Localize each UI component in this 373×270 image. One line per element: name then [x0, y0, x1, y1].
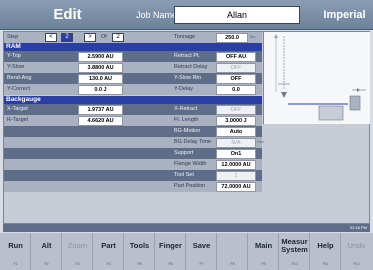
job-name-label: Job Name: [136, 10, 178, 20]
key-number: F1: [13, 262, 18, 266]
key-number: F12: [353, 262, 360, 266]
f2-alt-button[interactable]: Alt F2: [31, 233, 62, 270]
key-number: F10: [291, 262, 298, 266]
key-label: Part: [101, 241, 116, 250]
key-label: Measur System: [281, 237, 308, 254]
die-block: [318, 105, 344, 121]
f4-part-button[interactable]: Part F4: [93, 233, 124, 270]
bg-delay-time-unit: Sec: [257, 139, 264, 144]
r-target-field[interactable]: 4.6620 AU: [78, 116, 123, 126]
key-number: F3: [75, 262, 80, 266]
y-slow-field[interactable]: 3.8800 AU: [78, 63, 123, 73]
f8-button: F8: [217, 233, 248, 270]
key-label: Save: [192, 241, 211, 250]
tonnage-unit: Ton: [249, 34, 256, 39]
f11-help-button[interactable]: Help F11: [310, 233, 341, 270]
bg-delay-time-label: BG Delay Time: [174, 139, 211, 145]
key-number: F6: [168, 262, 173, 266]
key-number: F11: [322, 262, 329, 266]
f9-main-button[interactable]: Main F9: [248, 233, 279, 270]
retract-point-field[interactable]: OFF AU: [216, 52, 256, 62]
flange-width-field[interactable]: 12.0000 AU: [216, 160, 256, 170]
f12-undo-button: Undo F12: [341, 233, 373, 270]
tool-set-label: Tool Set: [174, 172, 194, 178]
y-slow-return-field[interactable]: OFF: [216, 74, 256, 84]
key-label: Help: [317, 241, 334, 250]
step-label: Step: [7, 34, 19, 40]
ram-section-header: RAM: [4, 43, 262, 51]
prev-step-button[interactable]: <: [45, 33, 57, 42]
r-target-label: R-Target: [7, 117, 29, 123]
press-brake-diagram: [274, 34, 366, 121]
units-indicator: Imperial: [323, 9, 366, 21]
bg-motion-field[interactable]: Auto: [216, 127, 256, 137]
tonnage-label: Tonnage: [174, 34, 196, 40]
x-target-label: X-Target: [7, 106, 28, 112]
f5-tools-button[interactable]: Tools F5: [124, 233, 155, 270]
y-correct-field[interactable]: 0.0 J: [78, 85, 123, 95]
y-slow-label: Y-Slow: [7, 64, 24, 70]
f3-zoom-button: Zoom F3: [62, 233, 93, 270]
backgauge-arrow: [357, 88, 360, 92]
key-number: F4: [106, 262, 111, 266]
next-step-button[interactable]: >: [84, 33, 96, 42]
retract-point-label: Retract Pt.: [174, 53, 200, 59]
of-label: Of: [101, 34, 107, 40]
bg-motion-label: BG-Motion: [174, 128, 201, 134]
support-label: Support: [174, 150, 194, 156]
clock: 02:18 PM: [349, 225, 367, 230]
screen-title: Edit: [53, 6, 82, 23]
y-slow-return-label: Y-Slow Rtn: [174, 75, 202, 81]
key-label: Zoom: [67, 241, 88, 250]
y-axis-arrow: [274, 34, 278, 38]
f1-run-button[interactable]: Run F1: [0, 233, 31, 270]
bend-diagram: [263, 32, 370, 124]
y-top-label: Y-Top: [7, 53, 21, 59]
x-retract-field: OFF: [216, 105, 256, 115]
key-number: F5: [137, 262, 142, 266]
backgauge-finger: [349, 95, 361, 111]
part-position-label: Part Position: [174, 183, 206, 189]
edit-panel: Step < 2 > Of 2 Tonnage 250.0 Ton RAM Y-…: [3, 31, 370, 224]
f7-save-button[interactable]: Save F7: [186, 233, 217, 270]
x-retract-label: X-Retract: [174, 106, 198, 112]
backgauge-section-header: Backgauge: [4, 96, 262, 104]
key-label: Alt: [41, 241, 52, 250]
y-delay-label: Y-Delay: [174, 86, 194, 92]
current-step-field[interactable]: 2: [61, 33, 73, 42]
tonnage-field[interactable]: 250.0: [216, 33, 248, 43]
key-label: Undo: [347, 241, 366, 250]
y-delay-field[interactable]: 0.0: [216, 85, 256, 95]
key-label: Finger: [159, 241, 182, 250]
support-field[interactable]: On1: [216, 149, 256, 159]
total-steps-field: 2: [112, 33, 124, 42]
y-correct-label: Y-Correct: [7, 86, 31, 92]
job-name-field[interactable]: Allan: [174, 6, 300, 24]
retract-delay-field: OFF: [216, 63, 256, 73]
status-bar: 02:18 PM: [3, 224, 370, 232]
key-number: F2: [44, 262, 49, 266]
flange-length-label: Fl. Length: [174, 117, 199, 123]
flange-width-label: Flange Width: [174, 161, 207, 167]
bend-angle-label: Bend-Ang: [7, 75, 32, 81]
tool-set-field: 1: [216, 171, 256, 181]
key-label: Tools: [129, 241, 150, 250]
flange-length-field[interactable]: 3.0000 J: [216, 116, 256, 126]
punch-tip: [281, 92, 287, 98]
key-number: F7: [199, 262, 204, 266]
f6-finger-button[interactable]: Finger F6: [155, 233, 186, 270]
title-bar: Edit Job Name Allan Imperial: [0, 0, 373, 30]
key-number: F8: [230, 262, 235, 266]
retract-delay-label: Retract Delay: [174, 64, 208, 70]
y-top-field[interactable]: 2.5900 AU: [78, 52, 123, 62]
key-number: F9: [261, 262, 266, 266]
bend-angle-field[interactable]: 130.0 AU: [78, 74, 123, 84]
f10-measure-system-button[interactable]: Measur System F10: [279, 233, 310, 270]
x-target-field[interactable]: 1.9737 AU: [78, 105, 123, 115]
key-label: Run: [8, 241, 23, 250]
key-label: Main: [254, 241, 273, 250]
bg-delay-time-field: N/A: [216, 138, 256, 148]
function-key-bar: Run F1 Alt F2 Zoom F3 Part F4 Tools F5 Finger…: [0, 233, 373, 270]
part-position-field[interactable]: 72.0000 AU: [216, 182, 256, 192]
